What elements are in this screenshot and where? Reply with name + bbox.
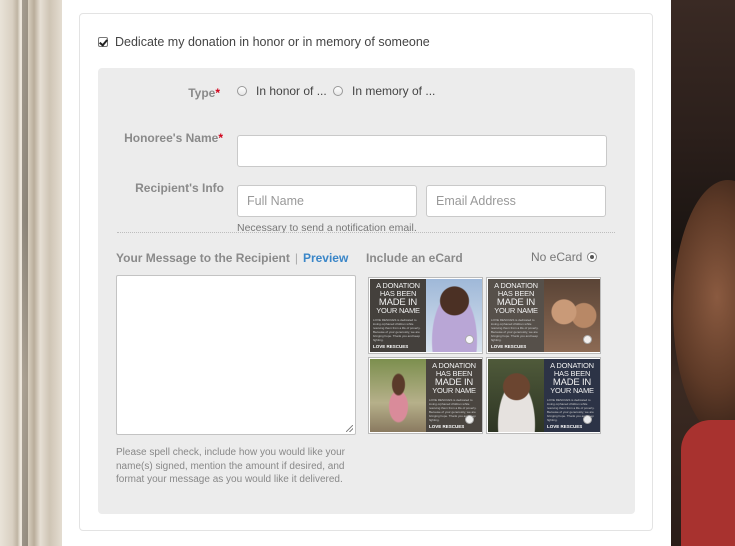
ecard-text-panel: A DONATION HAS BEEN MADE IN YOUR NAME LOVE … xyxy=(370,279,426,352)
dedicate-checkbox[interactable] xyxy=(98,37,108,47)
message-heading: Your Message to the Recipient | Preview xyxy=(116,251,348,265)
ecard-photo xyxy=(426,279,482,352)
heading-separator: | xyxy=(294,251,298,265)
ecard-heading: Include an eCard xyxy=(366,251,463,265)
ecard-photo xyxy=(544,279,600,352)
content-panel: Dedicate my donation in honor or in memo… xyxy=(62,0,671,546)
ecard-option-2[interactable]: A DONATION HAS BEEN MADE IN YOUR NAME LOVE … xyxy=(486,277,601,354)
honoree-label: Honoree's Name* xyxy=(124,131,223,145)
no-ecard-option[interactable]: No eCard xyxy=(531,250,598,264)
recipient-info-label: Recipient's Info xyxy=(135,181,224,195)
message-hint: Please spell check, include how you woul… xyxy=(116,447,346,485)
background-shirt xyxy=(681,420,735,546)
message-heading-text: Your Message to the Recipient xyxy=(116,251,290,265)
recipient-full-name-input[interactable]: Full Name xyxy=(237,185,417,217)
no-ecard-label: No eCard xyxy=(531,250,583,264)
background-photo-right xyxy=(671,0,735,546)
ecard-text-panel: A DONATION HAS BEEN MADE IN YOUR NAME LOVE … xyxy=(488,279,544,352)
dedication-card: Dedicate my donation in honor or in memo… xyxy=(79,13,653,531)
radio-in-memory-dot[interactable] xyxy=(333,86,343,96)
ecard-select-radio[interactable] xyxy=(583,335,592,344)
dedicate-checkbox-row[interactable]: Dedicate my donation in honor or in memo… xyxy=(98,35,430,49)
radio-in-memory-label: In memory of ... xyxy=(352,84,436,98)
ecard-photo xyxy=(488,359,545,432)
honoree-name-input[interactable] xyxy=(237,135,607,167)
section-divider xyxy=(117,232,615,233)
background-photo-left xyxy=(0,0,62,546)
background-child-face xyxy=(673,180,735,440)
ecard-option-1[interactable]: A DONATION HAS BEEN MADE IN YOUR NAME LOVE … xyxy=(368,277,483,354)
ecard-option-3[interactable]: A DONATION HAS BEEN MADE IN YOUR NAME LOVE … xyxy=(368,357,483,434)
radio-in-memory[interactable]: In memory of ... xyxy=(333,84,435,98)
ecard-select-radio[interactable] xyxy=(465,335,474,344)
preview-link[interactable]: Preview xyxy=(303,251,348,265)
no-ecard-radio[interactable] xyxy=(587,252,598,262)
message-textarea[interactable] xyxy=(116,275,356,435)
dedication-form: Type* In honor of ... In memory of ... H… xyxy=(98,68,635,514)
radio-in-honor-dot[interactable] xyxy=(237,86,247,96)
ecard-select-radio[interactable] xyxy=(583,415,592,424)
ecard-option-4[interactable]: A DONATION HAS BEEN MADE IN YOUR NAME LOVE … xyxy=(486,357,601,434)
radio-in-honor[interactable]: In honor of ... xyxy=(237,84,327,98)
type-label: Type* xyxy=(188,86,220,100)
ecard-select-radio[interactable] xyxy=(465,415,474,424)
ecard-photo xyxy=(370,359,427,432)
dedicate-label: Dedicate my donation in honor or in memo… xyxy=(115,35,430,49)
radio-in-honor-label: In honor of ... xyxy=(256,84,327,98)
recipient-email-input[interactable]: Email Address xyxy=(426,185,606,217)
